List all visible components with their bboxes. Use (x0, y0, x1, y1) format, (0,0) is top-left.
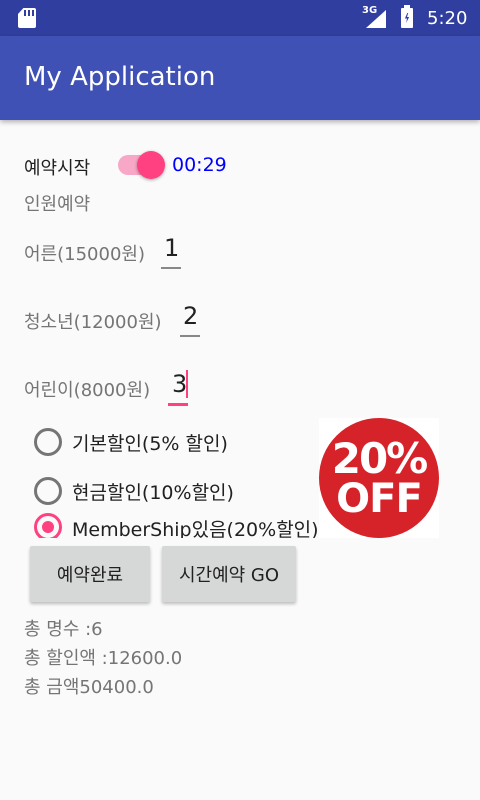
reservation-complete-button[interactable]: 예약완료 (30, 546, 150, 602)
text-cursor (186, 370, 188, 398)
total-discount-text: 총 할인액 :12600.0 (24, 648, 183, 669)
signal-icon (366, 10, 386, 28)
status-bar: 3G 5:20 (0, 0, 480, 36)
adult-input-underline (161, 267, 181, 269)
total-people-text: 총 명수 :6 (24, 619, 103, 640)
youth-count-input[interactable]: 2 (183, 302, 198, 330)
sd-card-icon (18, 8, 36, 28)
people-reservation-label: 인원예약 (24, 194, 91, 215)
child-label: 어린이(8000원) (24, 380, 151, 401)
discount-option-cash[interactable]: 현금할인(10%할인) (72, 478, 234, 505)
battery-charging-icon (401, 5, 413, 28)
child-count-input[interactable]: 3 (172, 370, 187, 398)
discount-option-membership[interactable]: MemberShip있음(20%할인) (72, 515, 319, 538)
discount-badge-image: 20% OFF (319, 418, 439, 538)
status-clock: 5:20 (427, 8, 468, 29)
adult-label: 어른(15000원) (24, 244, 145, 265)
app-bar: My Application (0, 36, 480, 120)
youth-input-underline (180, 335, 200, 337)
discount-radio-membership[interactable] (34, 513, 62, 538)
total-amount-text: 총 금액50400.0 (24, 677, 154, 698)
youth-label: 청소년(12000원) (24, 312, 162, 333)
reservation-start-label: 예약시작 (24, 158, 91, 179)
reservation-switch-thumb[interactable] (137, 151, 165, 179)
adult-count-input[interactable]: 1 (164, 234, 179, 262)
child-input-underline (168, 403, 188, 406)
discount-radio-basic[interactable] (34, 428, 62, 456)
discount-radio-cash[interactable] (34, 477, 62, 505)
discount-option-basic[interactable]: 기본할인(5% 할인) (72, 429, 228, 456)
app-title: My Application (24, 62, 216, 92)
timer-display: 00:29 (172, 154, 227, 176)
badge-off: OFF (336, 476, 423, 522)
timed-reservation-button[interactable]: 시간예약 GO (162, 546, 296, 602)
